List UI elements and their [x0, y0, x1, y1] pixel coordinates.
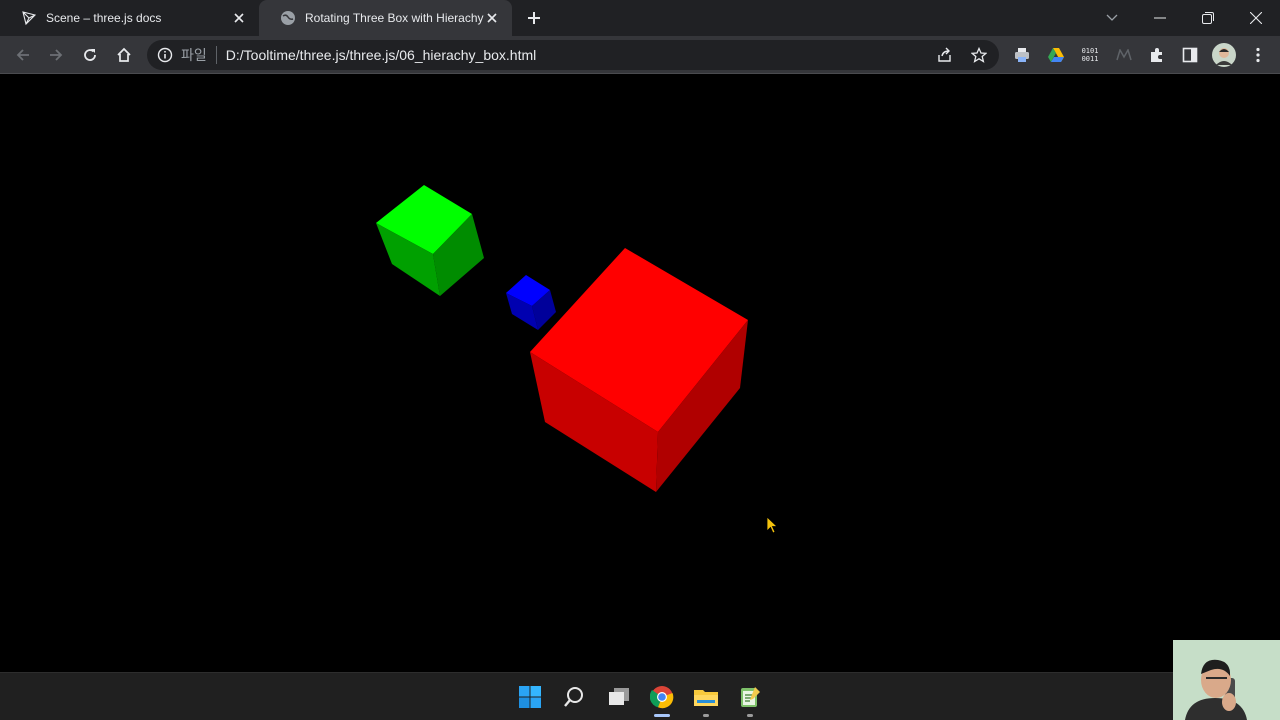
- restore-icon[interactable]: [1184, 0, 1232, 36]
- chrome-icon[interactable]: [646, 681, 678, 717]
- home-icon[interactable]: [110, 41, 138, 69]
- address-bar[interactable]: 파일 D:/Tooltime/three.js/three.js/06_hier…: [147, 40, 999, 70]
- new-tab-button[interactable]: [522, 6, 546, 30]
- info-icon[interactable]: [157, 47, 173, 63]
- minimize-icon[interactable]: [1136, 0, 1184, 36]
- bookmark-star-icon[interactable]: [967, 43, 991, 67]
- tab-rotating-boxes[interactable]: Rotating Three Box with Hierachy: [259, 0, 512, 36]
- side-panel-icon[interactable]: [1176, 41, 1204, 69]
- running-indicator: [703, 714, 709, 717]
- webcam-overlay: [1173, 640, 1280, 720]
- webgl-canvas[interactable]: [0, 75, 1280, 672]
- red-cube: [530, 248, 748, 492]
- reload-icon[interactable]: [76, 41, 104, 69]
- url-text[interactable]: D:/Tooltime/three.js/three.js/06_hierach…: [226, 47, 933, 63]
- file-explorer-icon[interactable]: [690, 681, 722, 717]
- mouse-cursor-icon: [766, 516, 779, 539]
- close-tab-icon[interactable]: [484, 10, 500, 26]
- profile-avatar[interactable]: [1210, 41, 1238, 69]
- start-icon[interactable]: [514, 681, 546, 713]
- tab-title: Scene – three.js docs: [46, 11, 162, 25]
- scheme-label: 파일: [181, 47, 207, 63]
- green-cube: [376, 185, 484, 296]
- binary-extension-label: 0101 0011: [1081, 47, 1099, 63]
- close-tab-icon[interactable]: [231, 10, 247, 26]
- search-icon[interactable]: [558, 681, 590, 713]
- m-extension-icon[interactable]: [1110, 41, 1138, 69]
- binary-extension-icon[interactable]: 0101 0011: [1076, 41, 1104, 69]
- browser-toolbar: 파일 D:/Tooltime/three.js/three.js/06_hier…: [0, 36, 1280, 74]
- printer-extension-icon[interactable]: [1008, 41, 1036, 69]
- tab-strip: Scene – three.js docs Rotating Three Box…: [0, 0, 1280, 36]
- close-window-icon[interactable]: [1232, 0, 1280, 36]
- task-view-icon[interactable]: [603, 681, 635, 713]
- google-drive-icon[interactable]: [1042, 41, 1070, 69]
- forward-icon[interactable]: [42, 41, 70, 69]
- extensions-puzzle-icon[interactable]: [1143, 41, 1171, 69]
- back-icon[interactable]: [9, 41, 37, 69]
- threejs-icon: [20, 9, 38, 27]
- globe-icon: [279, 9, 297, 27]
- running-indicator: [747, 714, 753, 717]
- blue-cube: [506, 275, 556, 330]
- active-indicator: [654, 714, 670, 717]
- omnibox-divider: [215, 46, 217, 64]
- share-icon[interactable]: [933, 43, 957, 67]
- windows-taskbar: [0, 672, 1280, 720]
- tab-search-icon[interactable]: [1088, 0, 1136, 36]
- notepad-icon[interactable]: [734, 681, 766, 717]
- tab-title: Rotating Three Box with Hierachy: [305, 11, 484, 25]
- more-menu-icon[interactable]: [1244, 41, 1272, 69]
- tab-threejs-docs[interactable]: Scene – three.js docs: [0, 0, 259, 36]
